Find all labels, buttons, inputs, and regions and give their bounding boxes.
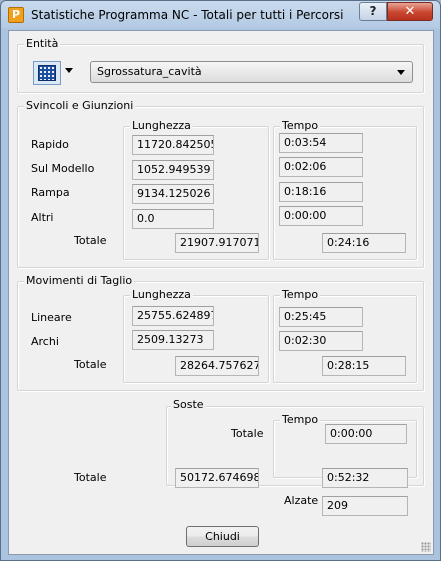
cutting-total-length: 28264.757627 bbox=[175, 356, 259, 376]
entity-type-selector[interactable] bbox=[33, 61, 61, 85]
grand-total-label: Totale bbox=[74, 471, 107, 484]
links-row-label: Rampa bbox=[31, 186, 70, 199]
cutting-length-header: Lunghezza bbox=[130, 288, 193, 301]
close-button[interactable]: Chiudi bbox=[186, 526, 259, 547]
chevron-down-icon[interactable] bbox=[65, 68, 73, 73]
stops-total-time: 0:00:00 bbox=[325, 424, 407, 444]
links-row-label: Altri bbox=[31, 211, 54, 224]
links-row-time: 0:02:06 bbox=[279, 157, 363, 177]
links-row-time: 0:00:00 bbox=[279, 206, 363, 226]
links-total-time: 0:24:16 bbox=[322, 233, 406, 253]
links-row-length: 11720.842505 bbox=[132, 135, 214, 155]
lifts-count: 209 bbox=[322, 496, 408, 516]
chevron-down-icon bbox=[397, 70, 405, 75]
dialog-window: P Statistiche Programma NC - Totali per … bbox=[0, 0, 441, 561]
help-button[interactable]: ? bbox=[359, 2, 387, 21]
links-row-length: 1052.949539 bbox=[132, 160, 214, 180]
stops-time-header: Tempo bbox=[280, 413, 321, 426]
grand-total-time: 0:52:32 bbox=[322, 468, 408, 488]
entity-select-value: Sgrossatura_cavità bbox=[97, 65, 202, 78]
lifts-label: Alzate bbox=[284, 494, 319, 507]
resize-grip-icon[interactable] bbox=[421, 542, 431, 552]
window-title: Statistiche Programma NC - Totali per tu… bbox=[31, 8, 344, 22]
links-time-header: Tempo bbox=[280, 119, 321, 132]
cutting-total-label: Totale bbox=[74, 358, 107, 371]
cutting-row-length: 25755.624897 bbox=[132, 306, 214, 326]
toolpath-icon bbox=[38, 65, 56, 81]
links-row-time: 0:18:16 bbox=[279, 182, 363, 202]
cutting-row-label: Archi bbox=[31, 335, 59, 348]
cutting-row-length: 2509.13273 bbox=[132, 330, 214, 350]
links-row-length: 0.0 bbox=[132, 209, 214, 229]
links-length-header: Lunghezza bbox=[130, 119, 193, 132]
links-row-label: Rapido bbox=[31, 138, 69, 151]
links-total-label: Totale bbox=[74, 234, 107, 247]
stops-group-label: Soste bbox=[171, 398, 206, 411]
cutting-time-header: Tempo bbox=[280, 288, 321, 301]
entity-group-label: Entità bbox=[24, 37, 61, 50]
dialog-body: Entità Sgrossatura_cavità Svincoli e Giu… bbox=[8, 30, 434, 555]
stops-total-label: Totale bbox=[231, 427, 264, 440]
links-group-label: Svincoli e Giunzioni bbox=[24, 99, 136, 112]
links-total-length: 21907.917071 bbox=[175, 233, 259, 253]
app-icon: P bbox=[8, 7, 24, 23]
title-bar[interactable]: P Statistiche Programma NC - Totali per … bbox=[1, 1, 440, 30]
grand-total-length: 50172.674698 bbox=[175, 468, 259, 488]
cutting-row-time: 0:25:45 bbox=[279, 307, 363, 327]
cutting-group-label: Movimenti di Taglio bbox=[24, 274, 135, 287]
cutting-row-time: 0:02:30 bbox=[279, 331, 363, 351]
links-row-label: Sul Modello bbox=[31, 162, 95, 175]
entity-select[interactable]: Sgrossatura_cavità bbox=[90, 61, 413, 83]
cutting-row-label: Lineare bbox=[31, 311, 72, 324]
links-row-time: 0:03:54 bbox=[279, 133, 363, 153]
cutting-total-time: 0:28:15 bbox=[322, 356, 406, 376]
close-window-button[interactable]: ✕ bbox=[387, 2, 433, 21]
links-row-length: 9134.125026 bbox=[132, 184, 214, 204]
